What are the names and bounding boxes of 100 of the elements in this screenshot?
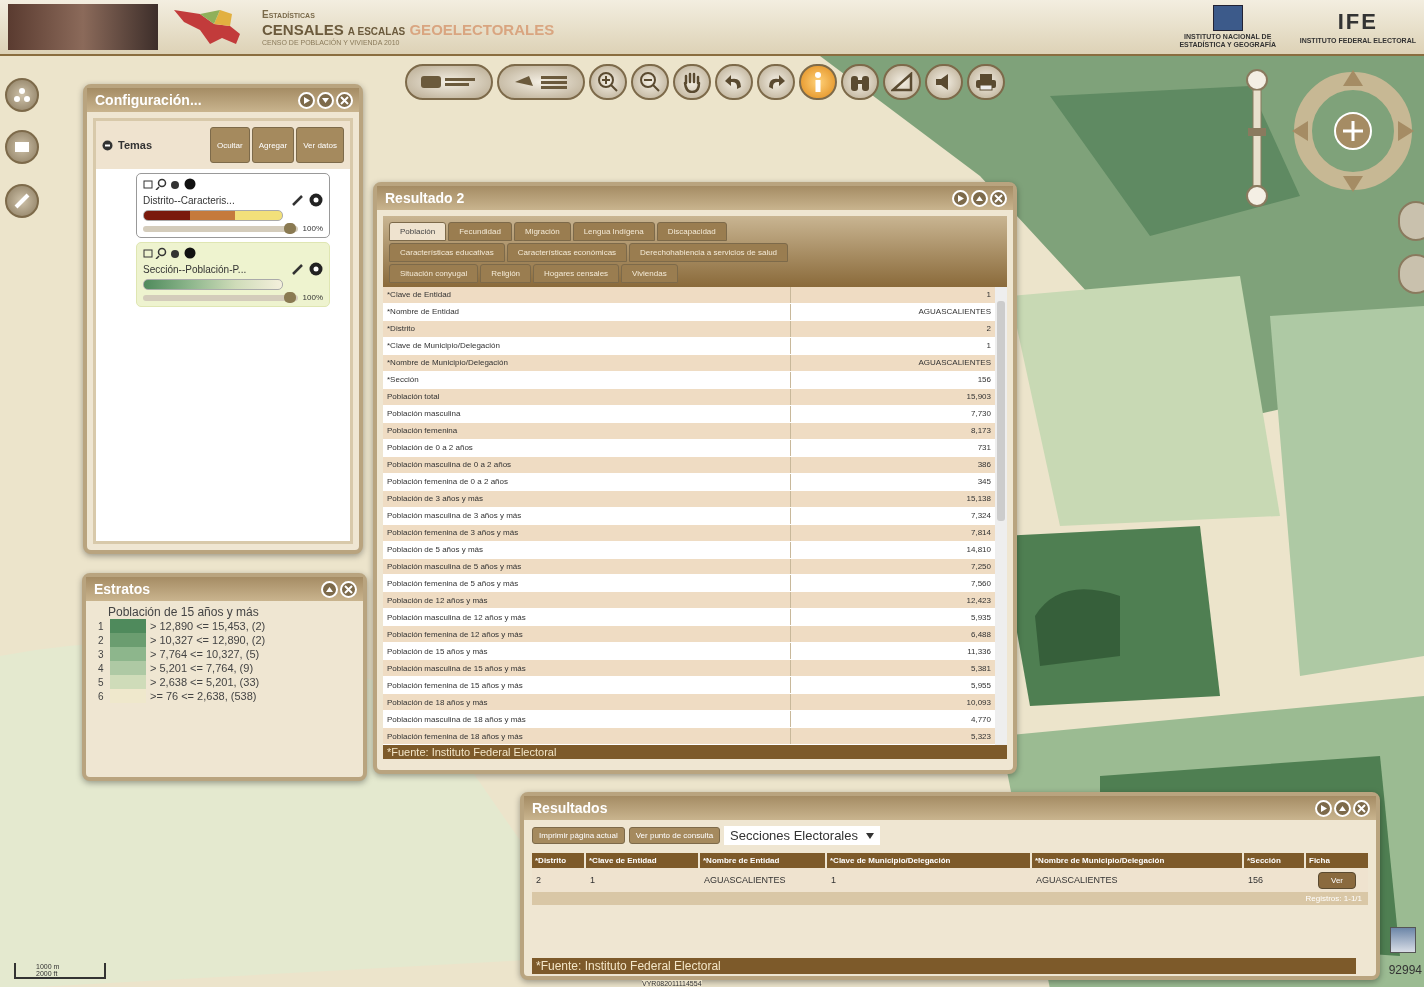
category-tab[interactable]: Características económicas [506,243,628,262]
legend-label: > 12,890 <= 15,453, (2) [150,620,266,632]
legend-number: 6 [98,690,105,702]
panel-title: Estratos [94,581,151,597]
field-value: 386 [976,459,992,472]
field-value: 10,093 [965,696,992,709]
layer-card[interactable]: Distrito--Caracteris... 100% [136,173,330,238]
category-tab[interactable]: Fecundidad [448,222,512,241]
field-name: Población de 18 años y más [383,694,791,711]
layer-name: Distrito--Caracteris... [143,194,235,206]
category-tab[interactable]: Derechohabiencia a servicios de salud [629,243,789,262]
layer-card[interactable]: Sección--Población-P... 100% [136,242,330,307]
field-value: 1 [985,289,992,302]
panel-button[interactable]: Ver datos [296,127,344,163]
legend-title: Población de 15 años y más [108,605,260,619]
panel-title: Resultado 2 [385,190,465,206]
layer-name: Sección--Población-P... [143,263,247,275]
table-cell-text: 1 [589,875,596,885]
field-name: Población femenina de 3 años y más [383,524,791,541]
legend-label: > 2,638 <= 5,201, (33) [150,676,260,688]
field-value: 4,770 [969,713,992,726]
legend-number: 4 [98,662,105,674]
field-name: Población masculina de 5 años y más [383,558,791,575]
panel-button[interactable]: Agregar [251,127,295,163]
table-cell-text: 156 [1247,875,1265,885]
field-value: 5,381 [969,662,992,675]
field-value: 7,324 [969,510,992,523]
legend-label: > 10,327 <= 12,890, (2) [150,634,266,646]
category-tab[interactable]: Situación conyugal [389,264,479,283]
field-value: 7,250 [969,561,992,573]
panel-title: Resultados [532,800,608,816]
field-value: 1 [985,340,992,353]
panel-button[interactable]: Ver punto de consulta [628,827,721,844]
legend-label: > 7,764 <= 10,327, (5) [150,648,260,660]
category-tab[interactable]: Lengua Indígena [572,222,655,241]
category-tab[interactable]: Religión [480,264,532,283]
opacity-value: 100% [302,224,323,233]
field-name: Población masculina de 15 años y más [383,660,791,677]
field-name: Población masculina de 12 años y más [383,609,791,626]
table-cell-text: AGUASCALIENTES [703,875,787,885]
legend-number: 5 [98,676,105,688]
field-value: 11,336 [966,645,992,658]
field-value: 731 [976,442,992,455]
records-count: Registros: 1-1/1 [1305,894,1362,903]
field-value: 14,810 [965,544,992,556]
field-name: Población masculina [383,405,791,422]
field-value: 12,423 [965,594,992,607]
category-tab[interactable]: Características educativas [389,243,505,262]
column-header: *Clave de Entidad [586,853,698,868]
field-value: 7,730 [969,408,992,421]
category-tab[interactable]: Hogares censales [533,264,620,283]
column-header: *Nombre de Entidad [700,853,825,868]
app-title: CENSALES A ESCALAS GEOELECTORALES [262,20,555,38]
section-label: Temas [118,139,153,151]
field-name: *Nombre de Entidad [383,303,791,320]
field-name: Población femenina de 18 años y más [383,728,791,745]
category-tab[interactable]: Discapacidad [656,222,727,241]
field-value: 5,935 [969,611,992,624]
field-name: Población masculina de 18 años y más [383,711,791,728]
field-name: Población femenina de 0 a 2 años [383,473,791,490]
field-name: *Sección [383,371,791,388]
field-name: Población total [383,388,791,405]
field-value: 8,173 [969,425,992,438]
field-value: 15,903 [965,391,992,404]
legend-number: 2 [98,634,105,646]
column-header: Ficha [1306,853,1368,868]
ife-logo: IFE [1337,9,1378,36]
source-note: *Fuente: Instituto Federal Electoral [383,745,1007,759]
column-header: *Clave de Municipio/Delegación [827,853,1030,868]
layer-select[interactable]: Secciones Electorales [724,826,880,845]
field-value: AGUASCALIENTES [917,357,992,370]
header-kicker: Estadísticas [262,8,316,20]
field-value: 345 [976,476,992,489]
field-value: 2 [985,323,992,336]
field-name: *Clave de Entidad [383,287,791,303]
field-name: Población de 3 años y más [383,490,791,507]
panel-button[interactable]: Imprimir página actual [532,827,625,844]
view-button[interactable]: Ver [1318,871,1356,889]
opacity-value: 100% [302,293,323,302]
column-header: *Sección [1244,853,1304,868]
category-tab[interactable]: Viviendas [621,264,678,283]
field-name: Población femenina de 5 años y más [383,575,791,592]
field-name: Población masculina de 0 a 2 años [383,456,791,473]
field-value: 7,560 [969,577,992,590]
map-code: 92994 [1388,963,1422,977]
field-name: Población de 12 años y más [383,592,791,609]
field-name: Población de 15 años y más [383,643,791,660]
field-name: Población femenina de 12 años y más [383,626,791,643]
field-value: 5,323 [969,730,992,743]
field-name: Población masculina de 3 años y más [383,507,791,524]
category-tab[interactable]: Migración [513,222,571,241]
panel-button[interactable]: Ocultar [209,127,250,163]
field-name: *Distrito [383,320,791,337]
field-value: 156 [976,374,992,387]
field-name: *Clave de Municipio/Delegación [383,337,791,354]
field-name: Población de 0 a 2 años [383,439,791,456]
field-name: *Nombre de Municipio/Delegación [383,354,791,371]
category-tab[interactable]: Población [389,222,447,241]
field-name: Población femenina [383,422,791,439]
column-header: *Distrito [532,853,584,868]
